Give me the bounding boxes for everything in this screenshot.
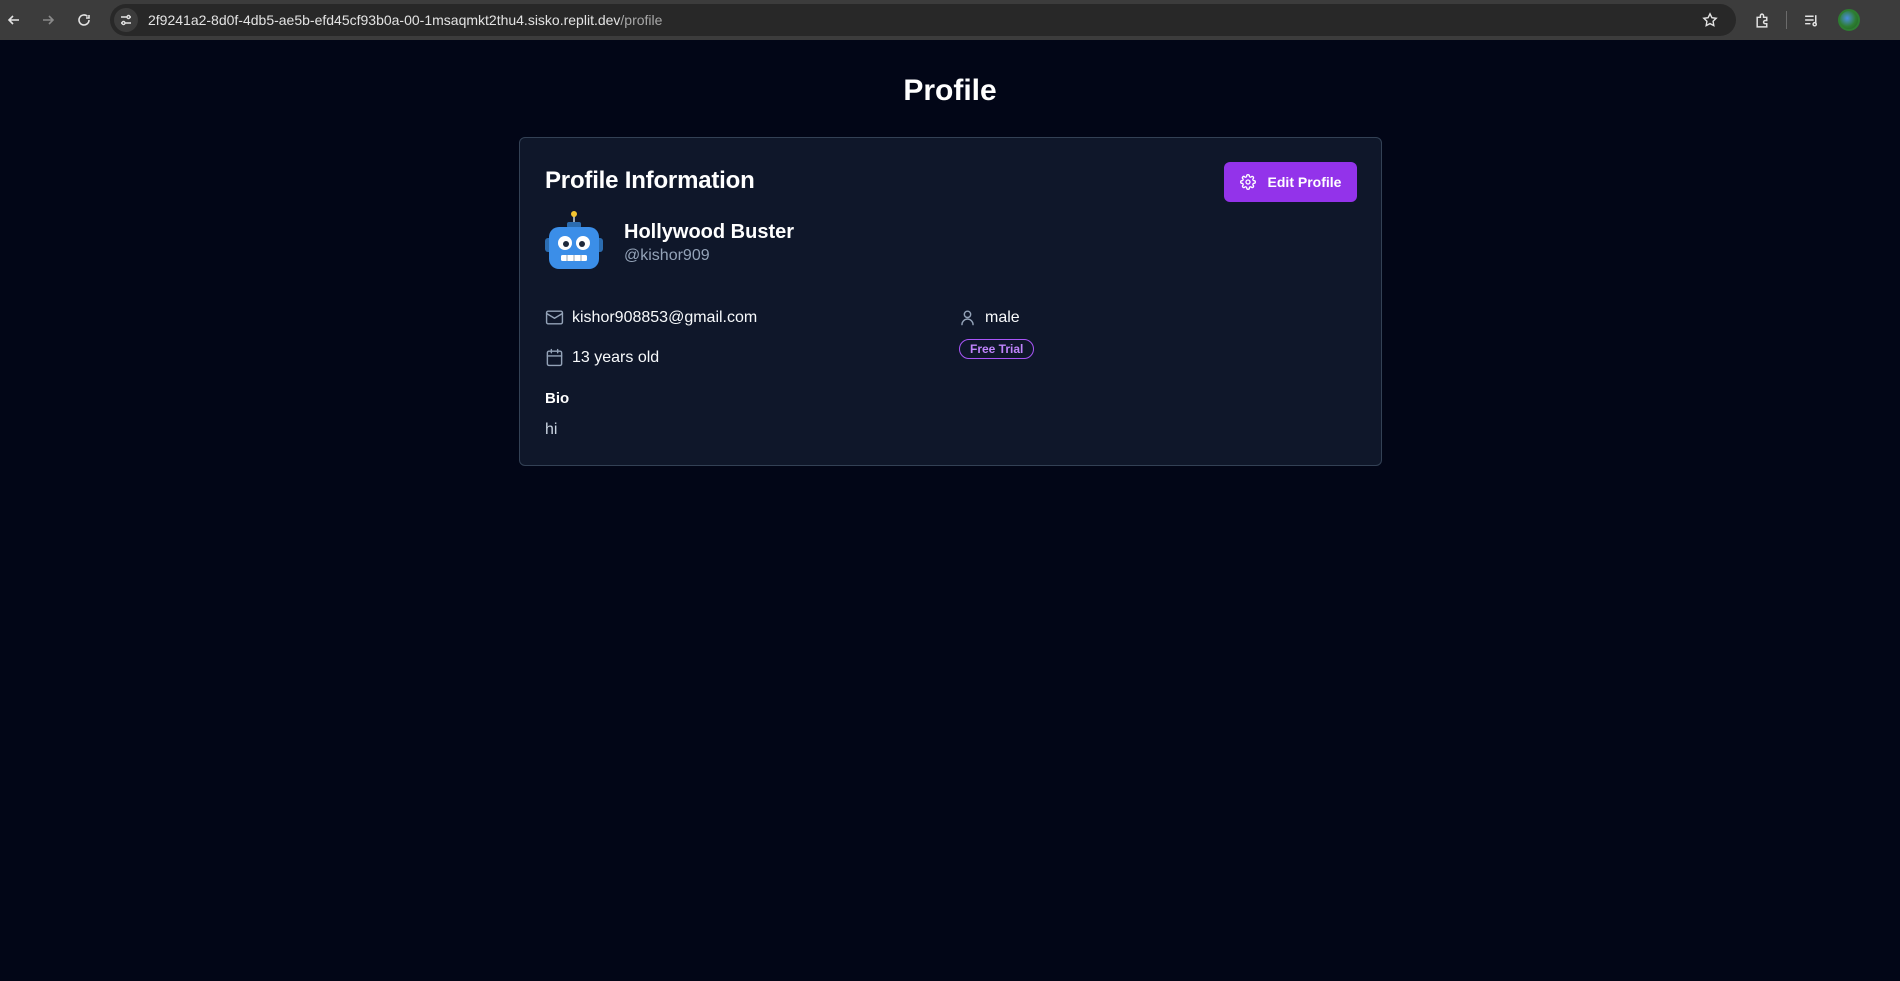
profile-card: Profile Information Edit Profile Hollywo… (519, 137, 1382, 466)
mail-icon (545, 310, 564, 325)
robot-avatar-icon (545, 211, 603, 269)
arrow-left-icon (7, 15, 19, 25)
user-display-name: Hollywood Buster (624, 221, 795, 243)
browser-toolbar: 2f9241a2-8d0f-4db5-ae5b-efd45cf93b0a-00-… (0, 0, 1900, 40)
email-row: kishor908853@gmail.com (545, 308, 757, 327)
back-button[interactable] (0, 6, 28, 34)
age-row: 13 years old (545, 348, 659, 367)
user-handle: @kishor909 (624, 247, 710, 264)
plan-row: Free Trial (959, 339, 1035, 359)
bio-label: Bio (545, 390, 570, 407)
user-icon (961, 310, 974, 326)
gender-row: male (958, 308, 1020, 327)
toolbar-actions (1748, 6, 1863, 34)
gender-value: male (985, 308, 1020, 326)
star-icon (1702, 12, 1718, 27)
bio-text: hi (545, 421, 558, 438)
profile-button[interactable] (1835, 6, 1863, 34)
url-path: /profile (620, 12, 663, 28)
page-title: Profile (903, 74, 997, 107)
calendar-icon (546, 348, 563, 367)
address-bar[interactable]: 2f9241a2-8d0f-4db5-ae5b-efd45cf93b0a-00-… (110, 4, 1736, 36)
site-info-button[interactable] (114, 8, 138, 32)
url-text: 2f9241a2-8d0f-4db5-ae5b-efd45cf93b0a-00-… (148, 12, 662, 28)
url-host: 2f9241a2-8d0f-4db5-ae5b-efd45cf93b0a-00-… (148, 12, 621, 28)
gear-icon (1239, 174, 1256, 190)
arrow-right-icon (43, 15, 55, 25)
profile-avatar (1838, 9, 1860, 31)
edit-profile-button[interactable]: Edit Profile (1224, 162, 1357, 202)
bookmark-button[interactable] (1698, 8, 1722, 32)
age-value: 13 years old (572, 348, 660, 366)
tune-icon (121, 14, 131, 26)
reload-icon (78, 14, 90, 26)
toolbar-divider (1786, 11, 1787, 29)
edit-profile-label: Edit Profile (1267, 174, 1342, 190)
media-controls-button[interactable] (1797, 6, 1825, 34)
puzzle-icon (1755, 12, 1767, 28)
plan-badge: Free Trial (959, 339, 1035, 359)
playlist-icon (1804, 14, 1817, 27)
email-value: kishor908853@gmail.com (572, 308, 758, 326)
card-title: Profile Information (545, 167, 755, 194)
extensions-button[interactable] (1748, 6, 1776, 34)
forward-button[interactable] (34, 6, 62, 34)
reload-button[interactable] (70, 6, 98, 34)
